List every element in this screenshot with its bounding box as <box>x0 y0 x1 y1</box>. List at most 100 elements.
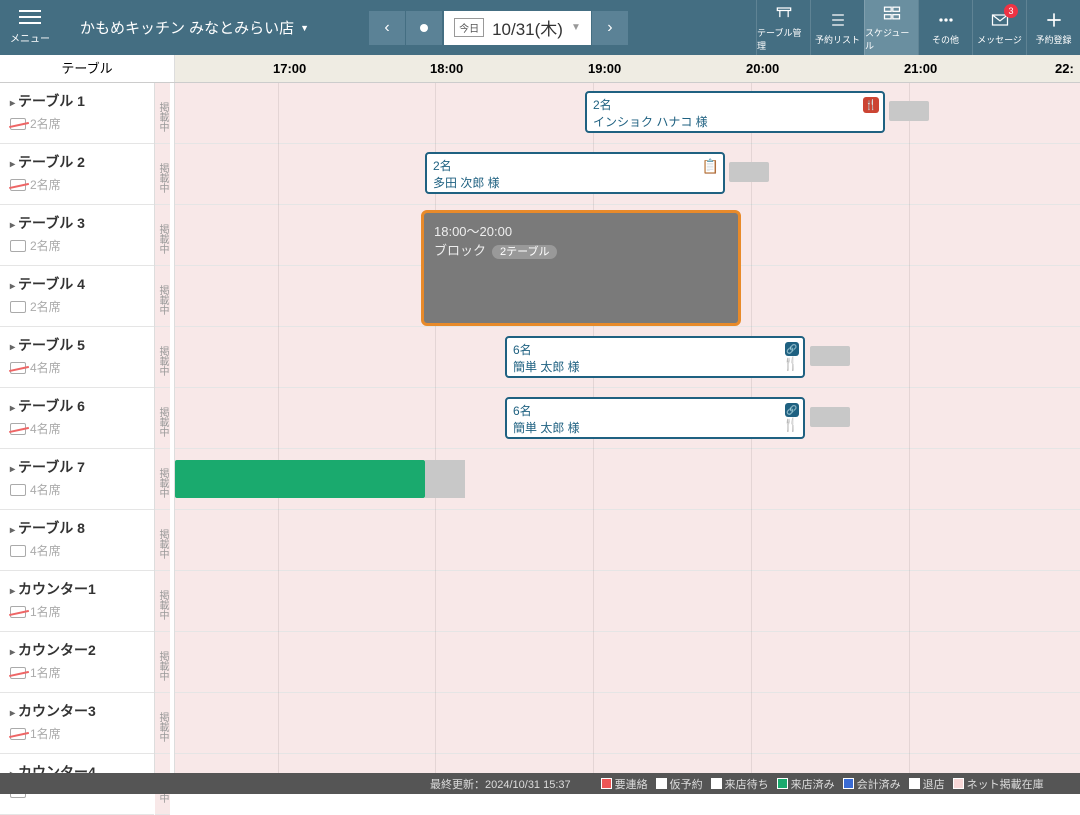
table-icon <box>773 3 795 23</box>
table-seats: 4名席 <box>10 542 144 559</box>
table-seats: 2名席 <box>10 176 144 193</box>
legend-item: 要連絡 <box>601 776 648 792</box>
table-seats: 1名席 <box>10 664 144 681</box>
table-row[interactable]: テーブル 6 4名席 <box>0 388 154 449</box>
block-card[interactable]: 18:00～20:00 ブロック2テーブル <box>421 210 741 326</box>
reservation-card[interactable]: 2名 多田 次郎 様 📋 <box>425 152 725 194</box>
today-dot-button[interactable] <box>406 11 442 45</box>
table-seats: 1名席 <box>10 603 144 620</box>
time-gridline <box>278 83 279 773</box>
date-picker[interactable]: 今日 10/31(木) ▼ <box>444 11 591 45</box>
dots-icon <box>935 10 957 30</box>
legend-item: 退店 <box>909 776 945 792</box>
table-row[interactable]: テーブル 8 4名席 <box>0 510 154 571</box>
time-label: 21:00 <box>904 55 937 83</box>
fork-icon: 🍴 <box>783 356 799 372</box>
today-badge: 今日 <box>454 18 484 37</box>
gray-slot <box>810 407 850 427</box>
seat-icon <box>10 484 26 496</box>
date-text: 10/31(木) <box>492 15 563 40</box>
publish-status: 掲載中 <box>155 205 170 266</box>
nav-add-reservation[interactable]: 予約登録 <box>1026 0 1080 55</box>
table-column-header: テーブル <box>0 55 175 82</box>
table-row[interactable]: テーブル 7 4名席 <box>0 449 154 510</box>
grid-row[interactable] <box>175 693 1080 754</box>
table-seats: 4名席 <box>10 420 144 437</box>
time-label: 22: <box>1055 55 1074 83</box>
legend-item: ネット掲載在庫 <box>953 776 1044 792</box>
last-updated: 最終更新：2024/10/31 15:37 <box>430 776 571 792</box>
next-day-button[interactable]: › <box>592 11 628 45</box>
seat-icon <box>10 118 26 130</box>
seat-icon <box>10 240 26 252</box>
grid-row[interactable] <box>175 632 1080 693</box>
time-gridline <box>909 83 910 773</box>
meal-icon: 🍴 <box>863 97 879 113</box>
table-name: カウンター3 <box>10 701 144 721</box>
table-name: テーブル 1 <box>10 91 144 111</box>
legend-item: 来店済み <box>777 776 835 792</box>
legend-item: 仮予約 <box>656 776 703 792</box>
publish-status: 掲載中 <box>155 571 170 632</box>
grid-row[interactable] <box>175 510 1080 571</box>
nav-messages[interactable]: メッセージ <box>972 0 1026 55</box>
table-row[interactable]: カウンター3 1名席 <box>0 693 154 754</box>
grid-row[interactable] <box>175 754 1080 773</box>
seat-icon <box>10 179 26 191</box>
reservation-card[interactable]: 2名 インショク ハナコ 様 🍴 <box>585 91 885 133</box>
time-label: 17:00 <box>273 55 306 83</box>
legend-item: 会計済み <box>843 776 901 792</box>
seat-icon <box>10 301 26 313</box>
publish-status: 掲載中 <box>155 83 170 144</box>
nav-reservation-list[interactable]: 予約リスト <box>810 0 864 55</box>
table-name: テーブル 3 <box>10 213 144 233</box>
table-name: テーブル 2 <box>10 152 144 172</box>
time-label: 20:00 <box>746 55 779 83</box>
grid-row[interactable] <box>175 571 1080 632</box>
table-row[interactable]: テーブル 2 2名席 <box>0 144 154 205</box>
table-row[interactable]: テーブル 3 2名席 <box>0 205 154 266</box>
menu-label: メニュー <box>10 30 50 45</box>
time-label: 18:00 <box>430 55 463 83</box>
seat-icon <box>10 545 26 557</box>
table-name: テーブル 5 <box>10 335 144 355</box>
table-seats: 1名席 <box>10 725 144 742</box>
list-icon <box>827 10 849 30</box>
seat-icon <box>10 667 26 679</box>
reservation-card[interactable]: 6名 簡単 太郎 様 🔗 🍴 <box>505 397 805 439</box>
publish-status: 掲載中 <box>155 388 170 449</box>
table-row[interactable]: テーブル 5 4名席 <box>0 327 154 388</box>
gray-slot <box>729 162 769 182</box>
seated-bar[interactable] <box>175 460 425 498</box>
seat-icon <box>10 728 26 740</box>
store-name: かもめキッチン みなとみらい店 <box>80 17 294 38</box>
table-row[interactable]: テーブル 4 2名席 <box>0 266 154 327</box>
time-label: 19:00 <box>588 55 621 83</box>
nav-table-management[interactable]: テーブル管理 <box>756 0 810 55</box>
reservation-card[interactable]: 6名 簡単 太郎 様 🔗 🍴 <box>505 336 805 378</box>
gray-slot <box>810 346 850 366</box>
publish-status: 掲載中 <box>155 327 170 388</box>
nav-schedule[interactable]: スケジュール <box>864 0 918 55</box>
fork-icon: 🍴 <box>783 417 799 433</box>
table-row[interactable]: カウンター2 1名席 <box>0 632 154 693</box>
table-name: カウンター1 <box>10 579 144 599</box>
chevron-down-icon: ▼ <box>571 22 581 33</box>
nav-other[interactable]: その他 <box>918 0 972 55</box>
hamburger-icon <box>19 10 41 24</box>
link-icon: 🔗 <box>785 403 799 417</box>
seat-icon <box>10 423 26 435</box>
publish-status: 掲載中 <box>155 449 170 510</box>
menu-button[interactable]: メニュー <box>0 0 60 55</box>
table-row[interactable]: カウンター1 1名席 <box>0 571 154 632</box>
prev-day-button[interactable]: ‹ <box>369 11 405 45</box>
table-name: テーブル 6 <box>10 396 144 416</box>
table-seats: 4名席 <box>10 481 144 498</box>
table-name: テーブル 7 <box>10 457 144 477</box>
table-seats: 2名席 <box>10 298 144 315</box>
store-selector[interactable]: かもめキッチン みなとみらい店 <box>60 17 329 38</box>
table-seats: 2名席 <box>10 237 144 254</box>
table-seats: 2名席 <box>10 115 144 132</box>
table-row[interactable]: テーブル 1 2名席 <box>0 83 154 144</box>
clipboard-icon: 📋 <box>702 158 719 175</box>
